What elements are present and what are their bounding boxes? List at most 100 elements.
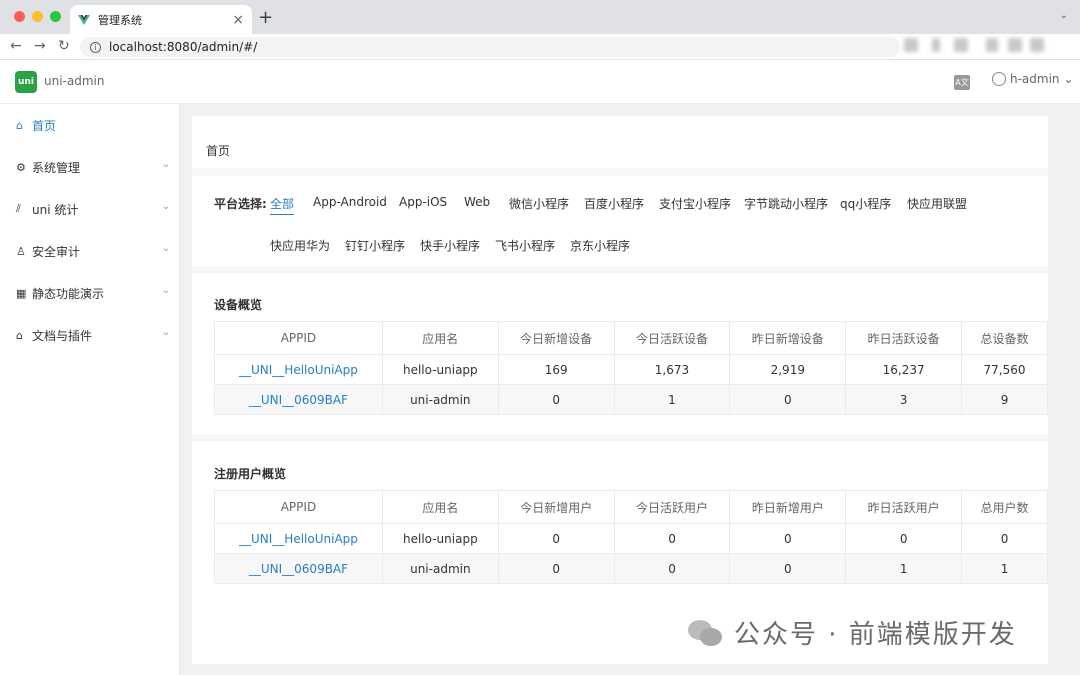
blurred-extension-icon xyxy=(904,38,918,52)
sidebar-item-security[interactable]: ♙ 安全审计 ⌄ xyxy=(0,230,180,272)
table-cell: 77,560 xyxy=(961,354,1048,385)
platform-option[interactable]: 京东小程序 xyxy=(570,237,630,254)
platform-option[interactable]: 快手小程序 xyxy=(420,237,480,254)
platform-option-all[interactable]: 全部 xyxy=(270,195,295,215)
user-overview-table: APPID 应用名 今日新增用户 今日活跃用户 昨日新增用户 昨日活跃用户 总用… xyxy=(214,490,1048,584)
platform-option[interactable]: 字节跳动小程序 xyxy=(744,195,828,212)
user-icon: ♙ xyxy=(16,244,26,258)
platform-option[interactable]: 百度小程序 xyxy=(584,195,644,212)
column-header: APPID xyxy=(214,321,383,355)
back-button[interactable]: ← xyxy=(10,38,22,54)
sidebar-item-stats[interactable]: ⫽ uni 统计 ⌄ xyxy=(0,188,180,230)
platform-option[interactable]: App-Android xyxy=(313,195,387,209)
new-tab-button[interactable]: + xyxy=(258,7,273,28)
blurred-extension-icon xyxy=(986,38,998,52)
appid-link[interactable]: __UNI__HelloUniApp xyxy=(214,354,383,385)
site-info-icon[interactable]: i xyxy=(90,41,101,53)
table-cell: 1 xyxy=(845,553,963,584)
chevron-down-icon: ⌄ xyxy=(161,285,170,296)
column-header: 昨日活跃用户 xyxy=(845,490,963,524)
sidebar-item-demo[interactable]: ▦ 静态功能演示 ⌄ xyxy=(0,272,180,314)
platform-option[interactable]: qq小程序 xyxy=(840,195,891,212)
table-cell: 0 xyxy=(497,523,615,554)
user-overview-title: 注册用户概览 xyxy=(214,467,287,481)
sidebar-item-label: uni 统计 xyxy=(32,202,79,217)
platform-label: 平台选择: xyxy=(214,197,267,211)
wechat-icon xyxy=(688,618,724,648)
gear-icon: ⚙ xyxy=(16,160,26,174)
platform-option[interactable]: Web xyxy=(464,195,490,209)
table-cell: 3 xyxy=(845,384,963,415)
column-header: 昨日活跃设备 xyxy=(845,321,963,355)
breadcrumb[interactable]: 首页 xyxy=(206,142,230,159)
platform-option[interactable]: 快应用华为 xyxy=(270,237,330,254)
tab-search-chevron-icon[interactable]: ⌄ xyxy=(1060,10,1068,21)
sidebar-item-docs[interactable]: ⌂ 文档与插件 ⌄ xyxy=(0,314,180,356)
app-name[interactable]: uni-admin xyxy=(44,74,104,88)
table-cell: uni-admin xyxy=(381,384,499,415)
table-cell: hello-uniapp xyxy=(381,354,499,385)
minimize-window-button[interactable] xyxy=(32,11,43,22)
blurred-extension-icon xyxy=(954,38,968,52)
chevron-down-icon: ⌄ xyxy=(161,243,170,254)
column-header: 昨日新增用户 xyxy=(729,490,847,524)
translate-icon[interactable]: A文 xyxy=(954,75,970,90)
device-overview-title: 设备概览 xyxy=(214,298,263,312)
column-header: 应用名 xyxy=(381,490,499,524)
platform-option[interactable]: 钉钉小程序 xyxy=(345,237,405,254)
sidebar-item-label: 系统管理 xyxy=(32,160,81,175)
sidebar-item-label: 静态功能演示 xyxy=(32,286,105,301)
table-cell: 0 xyxy=(845,523,963,554)
window-controls xyxy=(14,11,61,22)
chevron-down-icon: ⌄ xyxy=(1063,72,1074,86)
table-cell: 16,237 xyxy=(845,354,963,385)
blurred-extension-icon xyxy=(1008,38,1022,52)
column-header: 今日新增用户 xyxy=(497,490,615,524)
uni-logo-icon[interactable]: uni xyxy=(15,71,37,93)
main-content: 首页 平台选择: 全部 App-Android App-iOS Web 微信小程… xyxy=(180,104,1080,675)
platform-option[interactable]: 支付宝小程序 xyxy=(659,195,731,212)
sidebar: ⌂ 首页 ⚙ 系统管理 ⌄ ⫽ uni 统计 ⌄ ♙ 安全审计 ⌄ ▦ 静态功能… xyxy=(0,104,180,675)
platform-option[interactable]: 快应用联盟 xyxy=(907,195,967,212)
dashboard-card: 首页 平台选择: 全部 App-Android App-iOS Web 微信小程… xyxy=(192,116,1048,664)
reload-button[interactable]: ↻ xyxy=(58,38,70,54)
app-header: uni uni-admin A文 h-admin ⌄ xyxy=(0,60,1080,104)
appid-link[interactable]: __UNI__0609BAF xyxy=(214,553,383,584)
platform-option[interactable]: 微信小程序 xyxy=(509,195,569,212)
sidebar-item-label: 安全审计 xyxy=(32,244,81,259)
divider xyxy=(192,266,1048,274)
table-header-row: APPID 应用名 今日新增用户 今日活跃用户 昨日新增用户 昨日活跃用户 总用… xyxy=(214,490,1048,524)
column-header: 昨日新增设备 xyxy=(729,321,847,355)
column-header: 总设备数 xyxy=(961,321,1048,355)
user-menu[interactable]: h-admin ⌄ xyxy=(992,72,1074,86)
chevron-down-icon: ⌄ xyxy=(161,159,170,170)
table-row: __UNI__HelloUniApp hello-uniapp 169 1,67… xyxy=(214,354,1048,385)
sidebar-item-system[interactable]: ⚙ 系统管理 ⌄ xyxy=(0,146,180,188)
appid-link[interactable]: __UNI__0609BAF xyxy=(214,384,383,415)
platform-option[interactable]: App-iOS xyxy=(399,195,447,209)
zoom-window-button[interactable] xyxy=(50,11,61,22)
close-window-button[interactable] xyxy=(14,11,25,22)
blurred-extension-icon xyxy=(932,38,940,52)
table-cell: uni-admin xyxy=(381,553,499,584)
platform-option[interactable]: 飞书小程序 xyxy=(495,237,555,254)
sidebar-item-label: 首页 xyxy=(32,118,57,133)
url-input[interactable]: i localhost:8080/admin/#/ xyxy=(80,37,900,57)
forward-button[interactable]: → xyxy=(34,38,46,54)
chevron-down-icon: ⌄ xyxy=(161,201,170,212)
sidebar-item-home[interactable]: ⌂ 首页 xyxy=(0,104,180,146)
appid-link[interactable]: __UNI__HelloUniApp xyxy=(214,523,383,554)
address-bar-row: ← → ↻ i localhost:8080/admin/#/ xyxy=(0,34,1080,60)
vue-favicon-icon xyxy=(78,14,90,25)
user-name: h-admin xyxy=(1010,72,1060,86)
table-cell: 1 xyxy=(961,553,1048,584)
column-header: 总用户数 xyxy=(961,490,1048,524)
table-cell: 169 xyxy=(497,354,615,385)
url-text: localhost:8080/admin/#/ xyxy=(109,40,258,54)
tab-close-icon[interactable]: × xyxy=(232,12,244,28)
docs-icon: ⌂ xyxy=(16,328,23,342)
table-cell: 0 xyxy=(729,553,847,584)
device-overview-table: APPID 应用名 今日新增设备 今日活跃设备 昨日新增设备 昨日活跃设备 总设… xyxy=(214,321,1048,415)
browser-tab[interactable]: 管理系统 × xyxy=(70,5,252,34)
table-cell: 0 xyxy=(613,523,731,554)
